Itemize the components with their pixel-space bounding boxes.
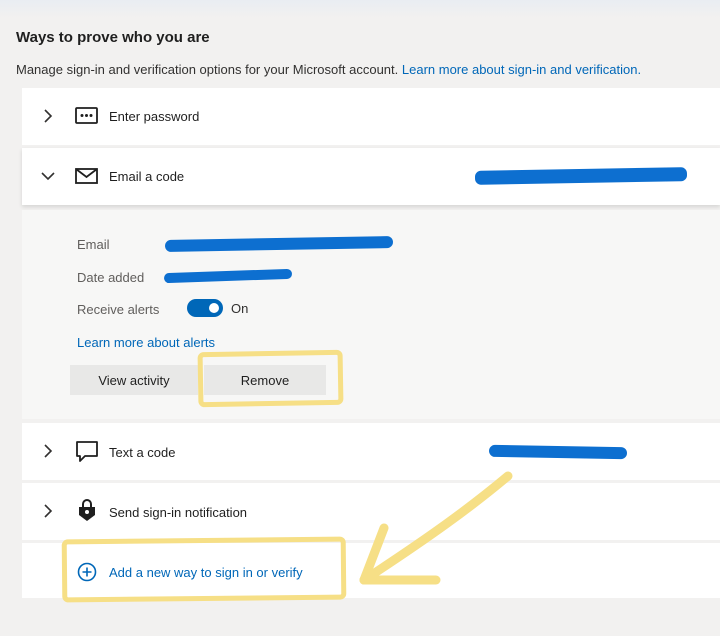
description-text: Manage sign-in and verification options … <box>16 62 399 77</box>
top-fade <box>0 0 720 18</box>
chevron-right-icon <box>44 109 53 123</box>
annotation-arrow <box>359 471 513 585</box>
email-label: Email <box>77 237 110 252</box>
redacted-date-value <box>163 268 293 284</box>
authenticator-lock-icon <box>79 499 95 521</box>
method-label-email: Email a code <box>109 169 185 184</box>
method-row-email[interactable]: Email a code <box>22 148 720 205</box>
chevron-right-icon <box>44 444 53 458</box>
receive-alerts-toggle[interactable] <box>187 299 223 317</box>
mail-icon <box>75 168 98 184</box>
annotation-remove-highlight <box>197 349 344 408</box>
method-label-notification: Send sign-in notification <box>109 505 248 520</box>
chevron-down-icon <box>41 172 55 181</box>
redacted-email-header <box>474 167 688 185</box>
redacted-phone <box>488 444 628 460</box>
method-label-password: Enter password <box>109 109 200 124</box>
redacted-email-value <box>164 236 394 252</box>
date-added-label: Date added <box>77 270 145 285</box>
annotation-add-highlight <box>61 536 347 603</box>
view-activity-button[interactable]: View activity <box>70 365 198 395</box>
method-row-password[interactable]: Enter password <box>22 88 720 145</box>
password-dots-icon <box>75 107 98 124</box>
chat-bubble-icon <box>76 441 98 462</box>
receive-alerts-label: Receive alerts <box>77 302 160 317</box>
learn-more-signin-link[interactable]: Learn more about sign-in and verificatio… <box>402 62 641 77</box>
chevron-right-icon <box>44 504 53 518</box>
receive-alerts-state: On <box>231 301 249 316</box>
toggle-knob <box>209 303 219 313</box>
email-details-panel: Email Date added Receive alerts On Learn… <box>22 210 720 419</box>
method-label-text: Text a code <box>109 445 176 460</box>
page-description: Manage sign-in and verification options … <box>16 62 641 77</box>
learn-more-alerts-link[interactable]: Learn more about alerts <box>77 335 215 350</box>
page-title: Ways to prove who you are <box>16 29 210 46</box>
